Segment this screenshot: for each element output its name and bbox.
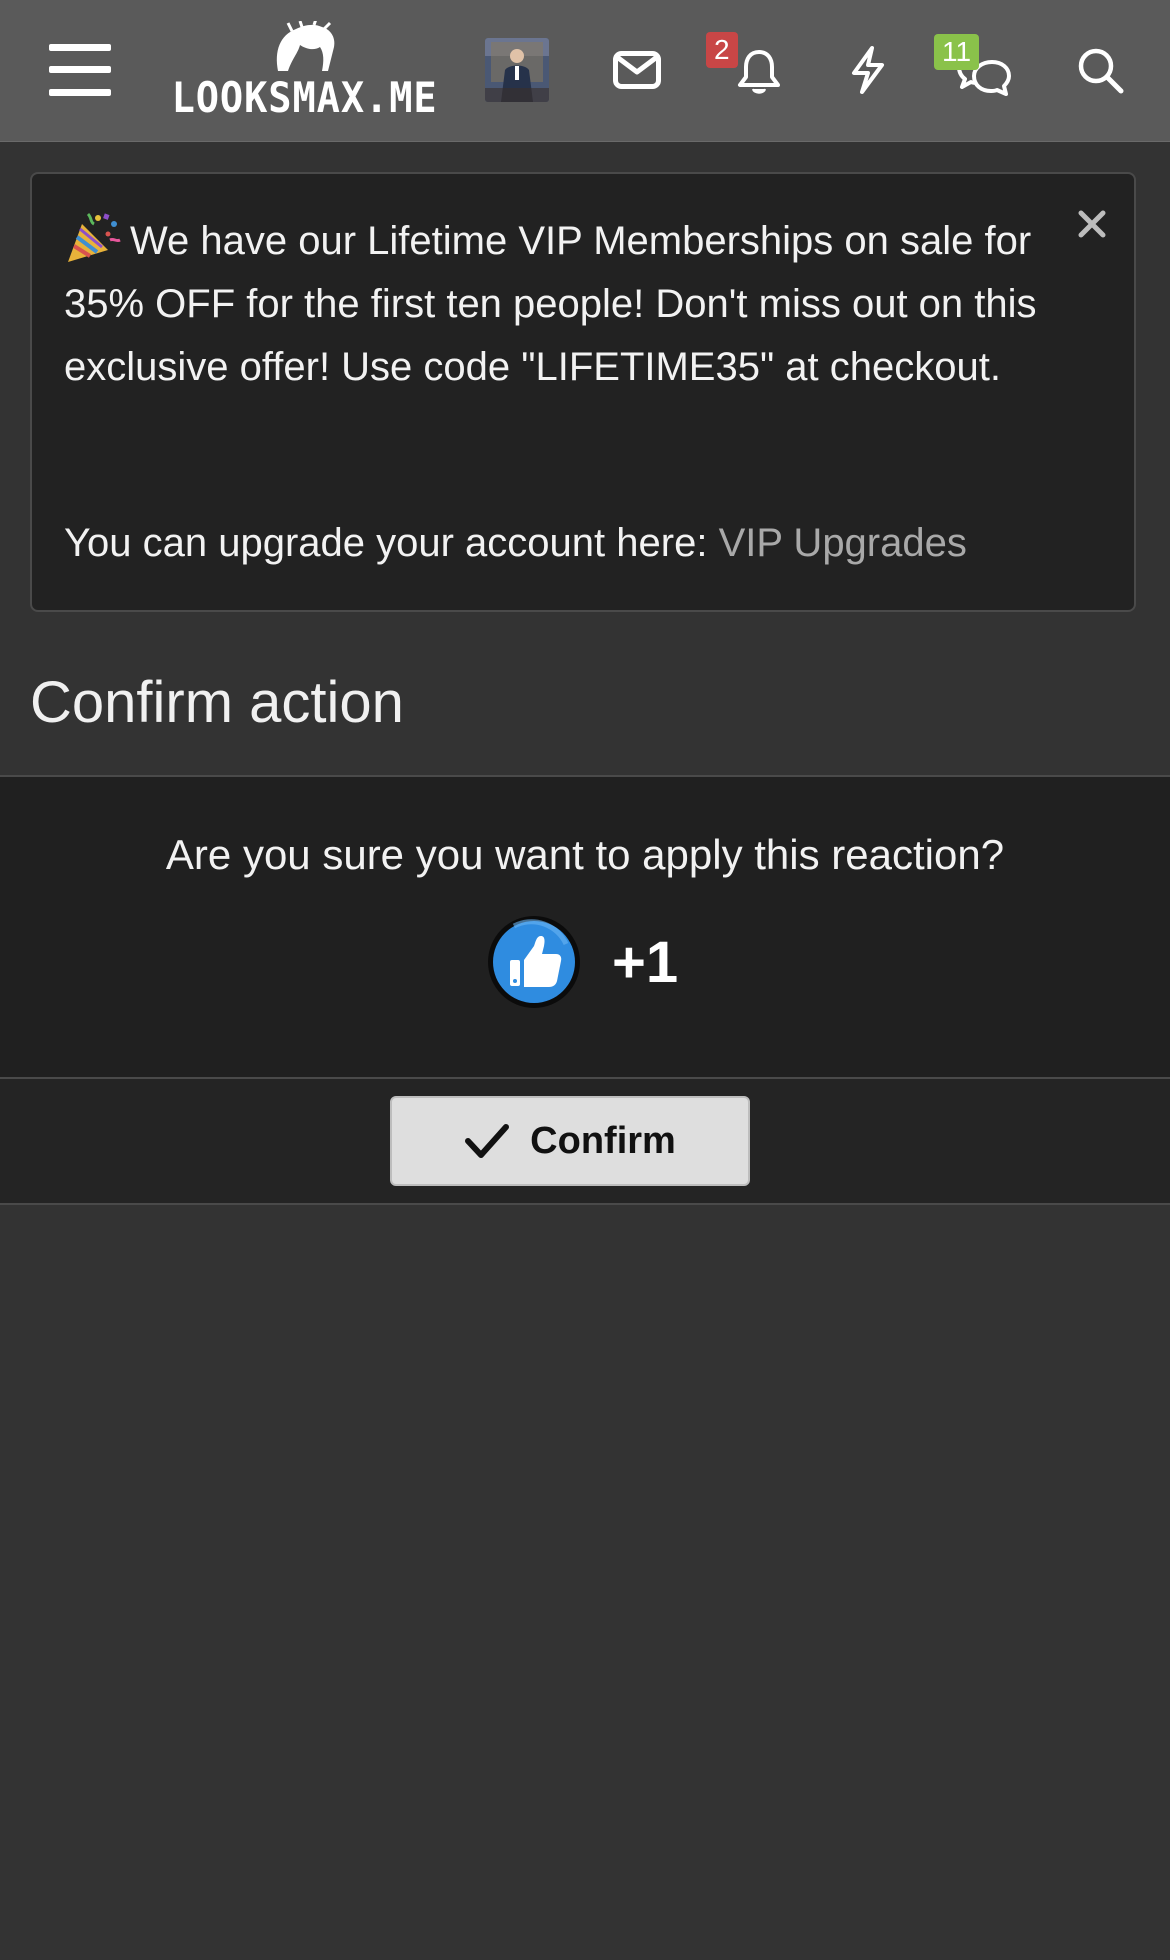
party-popper-icon xyxy=(68,212,121,262)
vip-upgrades-link[interactable]: VIP Upgrades xyxy=(719,521,967,565)
alerts-button[interactable]: 2 xyxy=(706,30,792,110)
reaction-preview: +1 xyxy=(486,914,678,1010)
confirm-question: Are you sure you want to apply this reac… xyxy=(165,831,1005,878)
promo-notice: We have our Lifetime VIP Memberships on … xyxy=(30,172,1136,612)
upgrade-line: You can upgrade your account here: VIP U… xyxy=(64,512,967,575)
notice-message: We have our Lifetime VIP Memberships on … xyxy=(64,219,1037,389)
menu-icon xyxy=(49,44,111,96)
user-avatar-button[interactable] xyxy=(484,36,550,104)
hair-logo-icon xyxy=(276,21,335,71)
close-icon xyxy=(1078,210,1106,238)
conversations-badge: 11 xyxy=(934,34,980,70)
conversations-button[interactable]: 11 xyxy=(934,30,1022,110)
reaction-label: +1 xyxy=(612,929,679,995)
bolt-icon xyxy=(852,46,884,94)
menu-button[interactable] xyxy=(38,30,122,110)
inbox-button[interactable] xyxy=(600,30,674,110)
confirm-button[interactable]: Confirm xyxy=(390,1096,750,1186)
search-icon xyxy=(1078,48,1124,94)
avatar xyxy=(485,38,549,102)
page-title: Confirm action xyxy=(30,670,404,735)
logo-text: LOOKSMAX.ME xyxy=(171,73,439,122)
thumbs-up-icon xyxy=(488,916,580,1008)
dismiss-notice-button[interactable] xyxy=(1072,204,1112,244)
search-button[interactable] xyxy=(1060,30,1140,110)
top-navigation-bar: LOOKSMAX.ME 2 11 xyxy=(0,0,1170,142)
footer-divider xyxy=(0,1203,1170,1205)
notice-message-block: We have our Lifetime VIP Memberships on … xyxy=(64,210,1074,399)
alerts-badge: 2 xyxy=(706,32,738,68)
confirm-button-label: Confirm xyxy=(530,1119,676,1162)
checkmark-icon xyxy=(465,1124,510,1158)
upgrade-prefix: You can upgrade your account here: xyxy=(64,521,719,565)
mail-icon xyxy=(613,51,661,89)
site-logo[interactable]: LOOKSMAX.ME xyxy=(160,14,450,126)
bell-icon xyxy=(738,50,780,94)
whats-new-button[interactable] xyxy=(830,30,906,110)
